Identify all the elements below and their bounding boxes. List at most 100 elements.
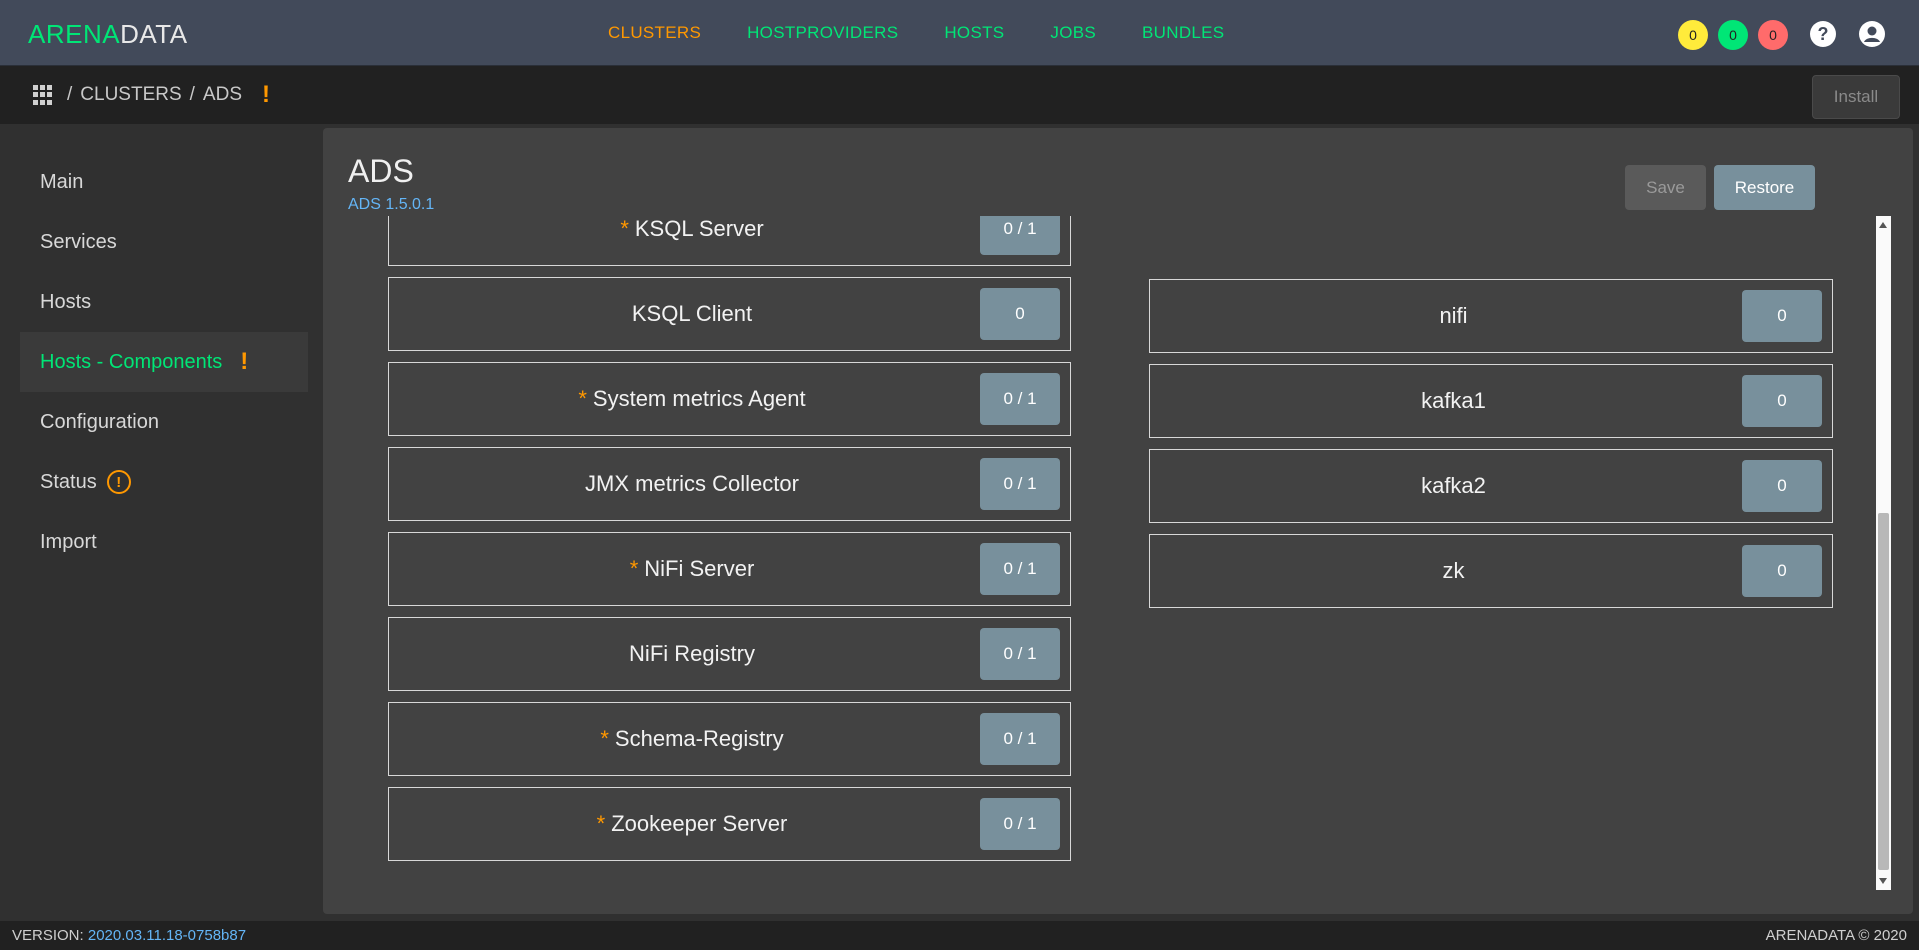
component-label: System metrics Agent	[592, 386, 806, 411]
nav-jobs[interactable]: JOBS	[1050, 23, 1096, 43]
host-name: kafka2	[1421, 473, 1486, 498]
scroll-down-arrow-icon[interactable]	[1879, 878, 1887, 884]
bundle-version[interactable]: ADS 1.5.0.1	[348, 196, 434, 214]
component-name: * Zookeeper Server	[597, 811, 863, 837]
sidebar-item-configuration[interactable]: Configuration	[20, 392, 308, 452]
host-count[interactable]: 0	[1742, 290, 1822, 342]
breadcrumb-bar: / CLUSTERS / ADS ! Install	[0, 66, 1919, 124]
footer: VERSION: 2020.03.11.18-0758b87 ARENADATA…	[0, 921, 1919, 950]
sidebar-item-label: Hosts	[40, 290, 92, 313]
component-count[interactable]: 0 / 1	[980, 713, 1060, 765]
required-mark: *	[600, 726, 609, 751]
host-row-zk[interactable]: zk 0	[1149, 534, 1833, 608]
sidebar-item-label: Main	[40, 170, 84, 193]
component-count[interactable]: 0 / 1	[980, 373, 1060, 425]
breadcrumb-separator: /	[67, 84, 73, 105]
required-mark: *	[620, 216, 629, 241]
install-button[interactable]: Install	[1812, 75, 1900, 119]
sidebar-item-services[interactable]: Services	[20, 212, 308, 272]
version-info: VERSION: 2020.03.11.18-0758b87	[12, 927, 246, 944]
cluster-warning-icon: !	[262, 81, 270, 108]
sidebar-item-import[interactable]: Import	[20, 512, 308, 572]
component-list: * KSQL Server 0 / 1 KSQL Client 0 * System…	[388, 216, 1071, 872]
breadcrumb-ads[interactable]: ADS	[203, 84, 242, 106]
component-name: KSQL Client	[632, 301, 827, 327]
nav-hostproviders[interactable]: HOSTPROVIDERS	[747, 23, 898, 43]
component-name: * KSQL Server	[620, 216, 838, 242]
logo[interactable]: ARENADATA	[28, 19, 188, 50]
breadcrumb-separator: /	[189, 84, 195, 105]
required-mark: *	[596, 811, 606, 836]
component-count[interactable]: 0 / 1	[980, 216, 1060, 255]
component-row-ksql-server[interactable]: * KSQL Server 0 / 1	[388, 216, 1071, 266]
host-list: nifi 0 kafka1 0 kafka2 0 zk 0	[1149, 279, 1833, 619]
scroll-thumb[interactable]	[1878, 513, 1889, 870]
host-row-kafka1[interactable]: kafka1 0	[1149, 364, 1833, 438]
component-label: KSQL Client	[631, 301, 753, 326]
help-icon[interactable]: ?	[1810, 21, 1836, 47]
component-count[interactable]: 0	[980, 288, 1060, 340]
host-name: zk	[1442, 558, 1465, 583]
nav-bundles[interactable]: BUNDLES	[1142, 23, 1224, 43]
component-row-ksql-client[interactable]: KSQL Client 0	[388, 277, 1071, 351]
host-name: kafka1	[1421, 388, 1486, 413]
nav-clusters[interactable]: CLUSTERS	[608, 23, 701, 43]
component-count[interactable]: 0 / 1	[980, 458, 1060, 510]
component-row-zookeeper-server[interactable]: * Zookeeper Server 0 / 1	[388, 787, 1071, 861]
scroll-up-arrow-icon[interactable]	[1879, 222, 1887, 228]
component-row-nifi-server[interactable]: * NiFi Server 0 / 1	[388, 532, 1071, 606]
breadcrumb-clusters[interactable]: CLUSTERS	[80, 84, 181, 106]
host-count[interactable]: 0	[1742, 460, 1822, 512]
component-name: * System metrics Agent	[578, 386, 880, 412]
running-jobs-badge[interactable]: 0	[1678, 20, 1708, 50]
sidebar-item-label: Import	[40, 530, 97, 553]
sidebar-item-hosts[interactable]: Hosts	[20, 272, 308, 332]
version-label: VERSION:	[12, 927, 88, 944]
save-button[interactable]: Save	[1625, 165, 1706, 210]
host-row-kafka2[interactable]: kafka2 0	[1149, 449, 1833, 523]
main-panel: ADS ADS 1.5.0.1 Save Restore * KSQL Serve…	[323, 128, 1913, 914]
host-count[interactable]: 0	[1742, 545, 1822, 597]
main-nav: CLUSTERS HOSTPROVIDERS HOSTS JOBS BUNDLE…	[608, 0, 1224, 66]
sidebar-item-label: Configuration	[40, 410, 159, 433]
scrollbar[interactable]	[1876, 216, 1891, 890]
component-row-schema-registry[interactable]: * Schema-Registry 0 / 1	[388, 702, 1071, 776]
required-mark: *	[629, 556, 639, 581]
top-bar: ARENADATA CLUSTERS HOSTPROVIDERS HOSTS J…	[0, 0, 1919, 66]
component-count[interactable]: 0 / 1	[980, 798, 1060, 850]
component-count[interactable]: 0 / 1	[980, 628, 1060, 680]
copyright: ARENADATA © 2020	[1765, 927, 1907, 944]
component-label: KSQL Server	[634, 216, 764, 241]
component-name: * Schema-Registry	[600, 726, 858, 752]
host-count[interactable]: 0	[1742, 375, 1822, 427]
component-label: NiFi Registry	[629, 641, 755, 666]
sidebar-item-label: Hosts - Components	[40, 350, 223, 373]
required-mark: *	[578, 386, 587, 411]
components-area: * KSQL Server 0 / 1 KSQL Client 0 * System…	[323, 216, 1913, 888]
account-icon[interactable]	[1859, 21, 1885, 47]
component-name: * NiFi Server	[630, 556, 830, 582]
apps-grid-icon[interactable]	[33, 85, 53, 105]
sidebar-item-status[interactable]: Status!	[20, 452, 308, 512]
version-number[interactable]: 2020.03.11.18-0758b87	[88, 927, 246, 944]
component-row-jmx-metrics-collector[interactable]: JMX metrics Collector 0 / 1	[388, 447, 1071, 521]
nav-hosts[interactable]: HOSTS	[944, 23, 1004, 43]
component-label: NiFi Server	[644, 556, 755, 581]
component-label: Zookeeper Server	[611, 811, 788, 836]
component-name: NiFi Registry	[629, 641, 830, 667]
breadcrumb: / CLUSTERS / ADS !	[33, 83, 270, 107]
component-label: JMX metrics Collector	[585, 471, 799, 496]
job-status-badges: 0 0 0	[1678, 20, 1788, 50]
host-name: nifi	[1439, 303, 1468, 328]
host-row-nifi[interactable]: nifi 0	[1149, 279, 1833, 353]
component-row-system-metrics-agent[interactable]: * System metrics Agent 0 / 1	[388, 362, 1071, 436]
restore-button[interactable]: Restore	[1714, 165, 1815, 210]
logo-arena: ARENA	[28, 19, 121, 49]
success-jobs-badge[interactable]: 0	[1718, 20, 1748, 50]
warning-icon: !	[240, 348, 249, 375]
sidebar-item-hosts-components[interactable]: Hosts - Components!	[20, 332, 308, 392]
component-row-nifi-registry[interactable]: NiFi Registry 0 / 1	[388, 617, 1071, 691]
sidebar-item-main[interactable]: Main	[20, 152, 308, 212]
failed-jobs-badge[interactable]: 0	[1758, 20, 1788, 50]
component-count[interactable]: 0 / 1	[980, 543, 1060, 595]
